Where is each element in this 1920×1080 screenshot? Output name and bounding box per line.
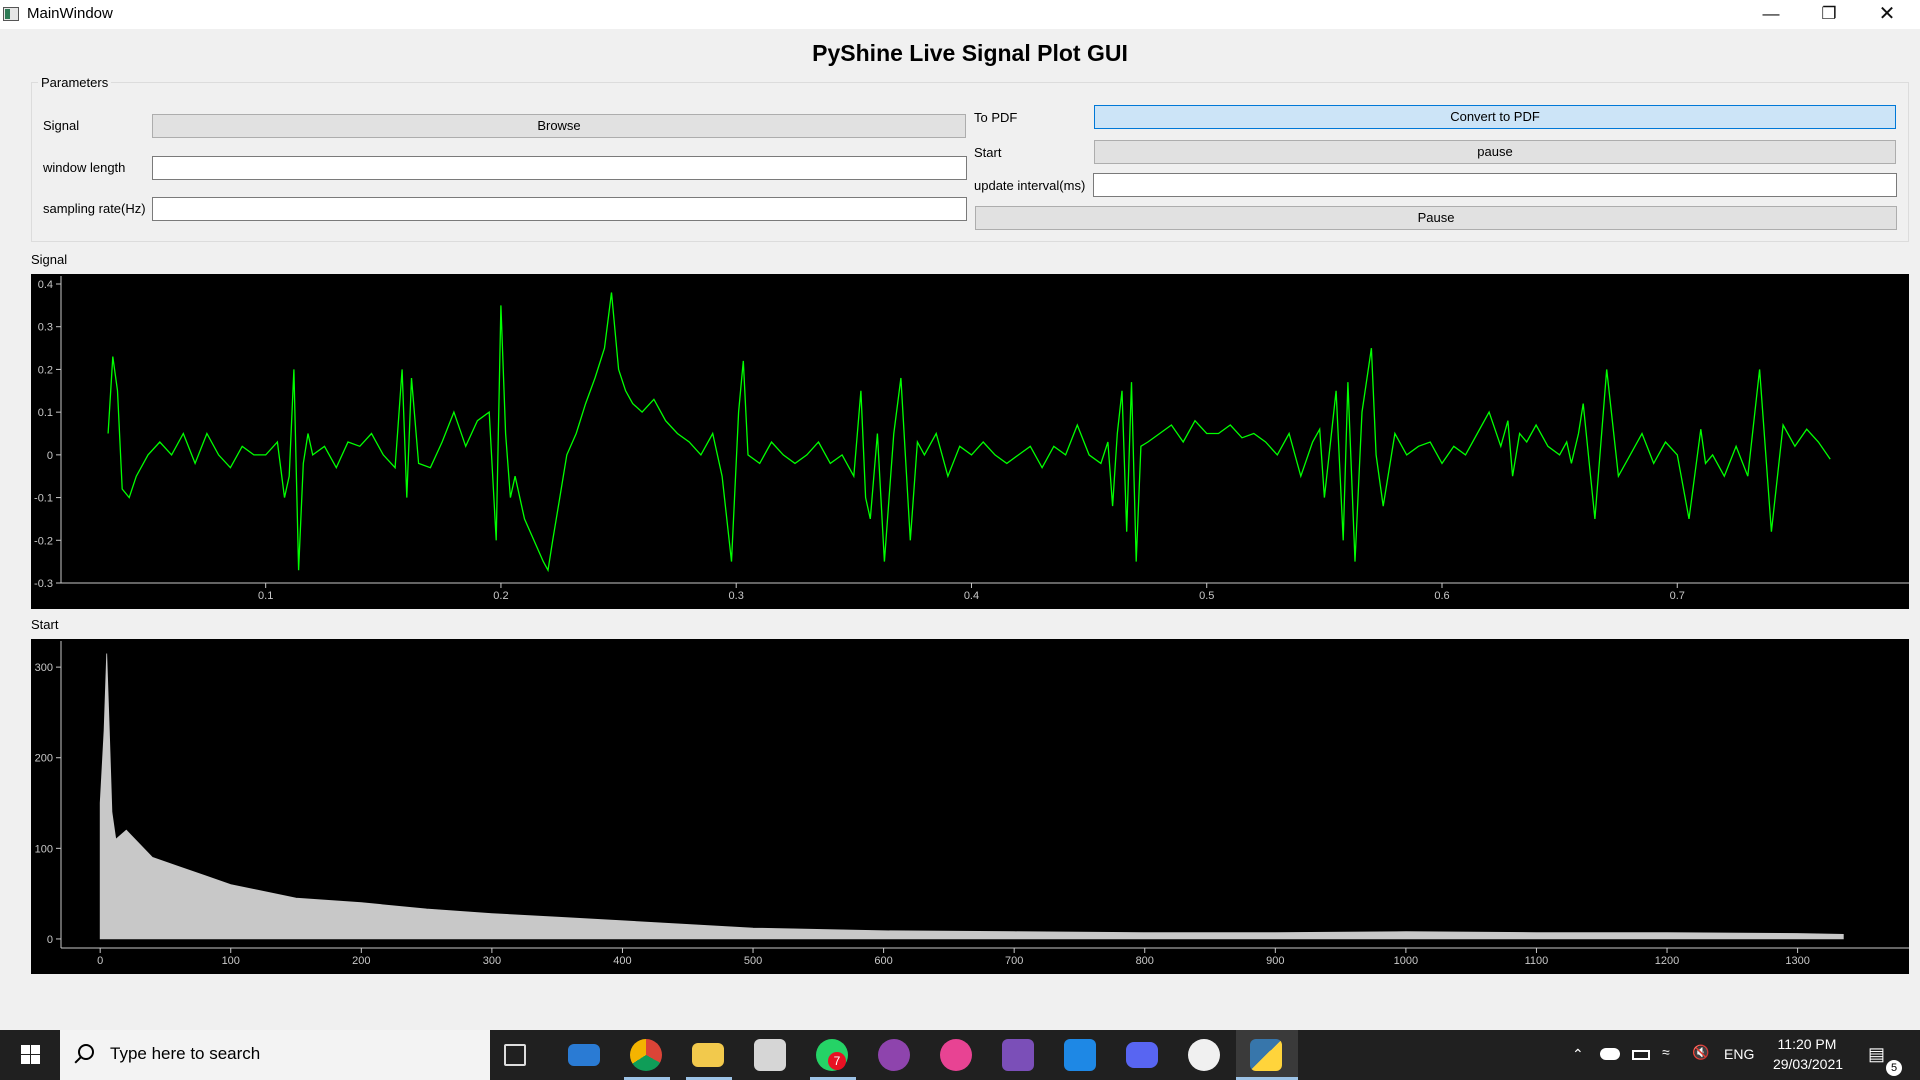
pause-button[interactable]: Pause (975, 206, 1897, 230)
spectrum-x-tick-label: 500 (744, 955, 762, 967)
signal-y-tick-label: -0.1 (34, 493, 53, 505)
signal-x-tick-label: 0.4 (964, 590, 979, 602)
spectrum-x-tick-label: 1100 (1525, 955, 1549, 967)
spectrum-x-tick-label: 300 (483, 955, 501, 967)
spectrum-y-tick-label: 0 (47, 934, 53, 946)
onedrive-icon[interactable] (1600, 1048, 1620, 1060)
signal-y-tick-label: 0.4 (38, 279, 53, 291)
language-indicator[interactable]: ENG (1724, 1046, 1754, 1062)
sampling-rate-input[interactable] (152, 197, 967, 221)
spectrum-x-tick-label: 100 (222, 955, 240, 967)
signal-y-tick-label: 0.1 (38, 407, 53, 419)
clock-time[interactable]: 11:20 PM (1772, 1036, 1842, 1052)
whatsapp-badge: 7 (828, 1052, 846, 1070)
signal-y-tick-label: -0.3 (34, 578, 53, 590)
spectrum-x-tick-label: 600 (874, 955, 892, 967)
search-box[interactable]: Type here to search (60, 1030, 490, 1080)
github-icon[interactable] (1188, 1039, 1220, 1071)
to-pdf-label: To PDF (974, 110, 1018, 125)
notification-icon[interactable]: ▤ (1868, 1044, 1885, 1065)
gui-title: PyShine Live Signal Plot GUI (812, 40, 1128, 66)
spectrum-x-tick-label: 200 (352, 955, 370, 967)
search-icon (78, 1044, 94, 1060)
itunes-icon[interactable] (940, 1039, 972, 1071)
microsoft-store-icon[interactable] (754, 1039, 786, 1071)
app-icon (3, 7, 19, 21)
notification-count: 5 (1886, 1060, 1902, 1076)
python-icon[interactable] (1250, 1039, 1282, 1071)
spectrum-x-tick-label: 1000 (1394, 955, 1418, 967)
chevron-up-icon[interactable]: ⌃ (1572, 1046, 1584, 1063)
title-bar: MainWindow — ❐ ✕ (0, 0, 1920, 29)
podcast-icon[interactable] (878, 1039, 910, 1071)
update-interval-input[interactable] (1093, 173, 1897, 197)
wifi-icon[interactable]: ≈ (1662, 1044, 1670, 1060)
windows-start-icon[interactable] (0, 1030, 60, 1080)
signal-x-tick-label: 0.3 (729, 590, 744, 602)
battery-icon[interactable] (1632, 1050, 1650, 1060)
spectrum-plot-label: Start (31, 617, 59, 632)
signal-y-tick-label: 0.3 (38, 322, 53, 334)
signal-y-tick-label: 0.2 (38, 364, 53, 376)
spectrum-y-tick-label: 200 (35, 753, 53, 765)
vscode-icon[interactable] (1064, 1039, 1096, 1071)
minimize-icon[interactable]: — (1742, 0, 1800, 29)
task-view-icon[interactable] (504, 1044, 526, 1066)
signal-plot[interactable]: 0.4 0.3 0.2 0.1 0 -0.1 -0.2 -0.3 0.1 0.2 0.3 0.4 0.5… (31, 274, 1909, 609)
signal-x-tick-label: 0.5 (1199, 590, 1214, 602)
spectrum-x-tick-label: 900 (1266, 955, 1284, 967)
signal-series-line (107, 292, 1831, 573)
file-explorer-icon[interactable] (692, 1043, 724, 1067)
spectrum-x-tick-label: 0 (97, 955, 103, 967)
search-placeholder: Type here to search (110, 1044, 261, 1063)
spectrum-plot[interactable]: 300 200 100 0 0 100 200 300 400 500 600 700 800 900 10… (31, 639, 1909, 974)
spectrum-x-tick-label: 700 (1005, 955, 1023, 967)
signal-x-tick-label: 0.1 (258, 590, 273, 602)
close-icon[interactable]: ✕ (1858, 0, 1916, 29)
spectrum-x-tick-label: 1200 (1655, 955, 1679, 967)
signal-label: Signal (43, 118, 80, 133)
signal-x-tick-label: 0.7 (1670, 590, 1685, 602)
spectrum-y-tick-label: 100 (35, 843, 53, 855)
spectrum-series-area (99, 653, 1844, 940)
clock-date[interactable]: 29/03/2021 (1766, 1056, 1850, 1072)
signal-y-tick-label: -0.2 (34, 535, 53, 547)
signal-x-tick-label: 0.2 (493, 590, 508, 602)
spectrum-x-tick-label: 1300 (1785, 955, 1809, 967)
taskbar: Type here to search 7 ⌃ ≈ 🔇 ENG 11:20 PM… (0, 1030, 1920, 1080)
visual-studio-icon[interactable] (1002, 1039, 1034, 1071)
spectrum-x-tick-label: 400 (613, 955, 631, 967)
restore-icon[interactable]: ❐ (1800, 0, 1858, 29)
browse-button[interactable]: Browse (152, 114, 966, 138)
window-length-label: window length (43, 160, 126, 175)
spectrum-plot-svg: 30020010000 100 200 300 400 500 600 700 800 900 10… (35, 641, 1909, 967)
spectrum-x-tick-label: 800 (1136, 955, 1154, 967)
start-pause-button[interactable]: pause (1094, 140, 1896, 164)
convert-to-pdf-button[interactable]: Convert to PDF (1094, 105, 1896, 129)
parameters-group-title: Parameters (38, 75, 112, 90)
window-title: MainWindow (27, 5, 113, 22)
start-label: Start (974, 145, 1002, 160)
speaker-muted-icon[interactable]: 🔇 (1692, 1044, 1709, 1061)
update-interval-label: update interval(ms) (974, 178, 1086, 193)
discord-icon[interactable] (1126, 1042, 1158, 1068)
signal-y-tick-label: 0 (47, 450, 53, 462)
signal-plot-label: Signal (31, 252, 68, 267)
chrome-icon[interactable] (630, 1039, 662, 1071)
spectrum-y-tick-label: 300 (35, 662, 53, 674)
signal-x-tick-label: 0.6 (1434, 590, 1449, 602)
window-length-input[interactable] (152, 156, 967, 180)
signal-plot-svg: 0.4 0.3 0.2 0.1 0 -0.1 -0.2 -0.3 0.1 0.2 0.3 0.4 0.5… (34, 276, 1909, 602)
mail-icon[interactable] (568, 1044, 600, 1066)
sampling-rate-label: sampling rate(Hz) (43, 201, 146, 216)
